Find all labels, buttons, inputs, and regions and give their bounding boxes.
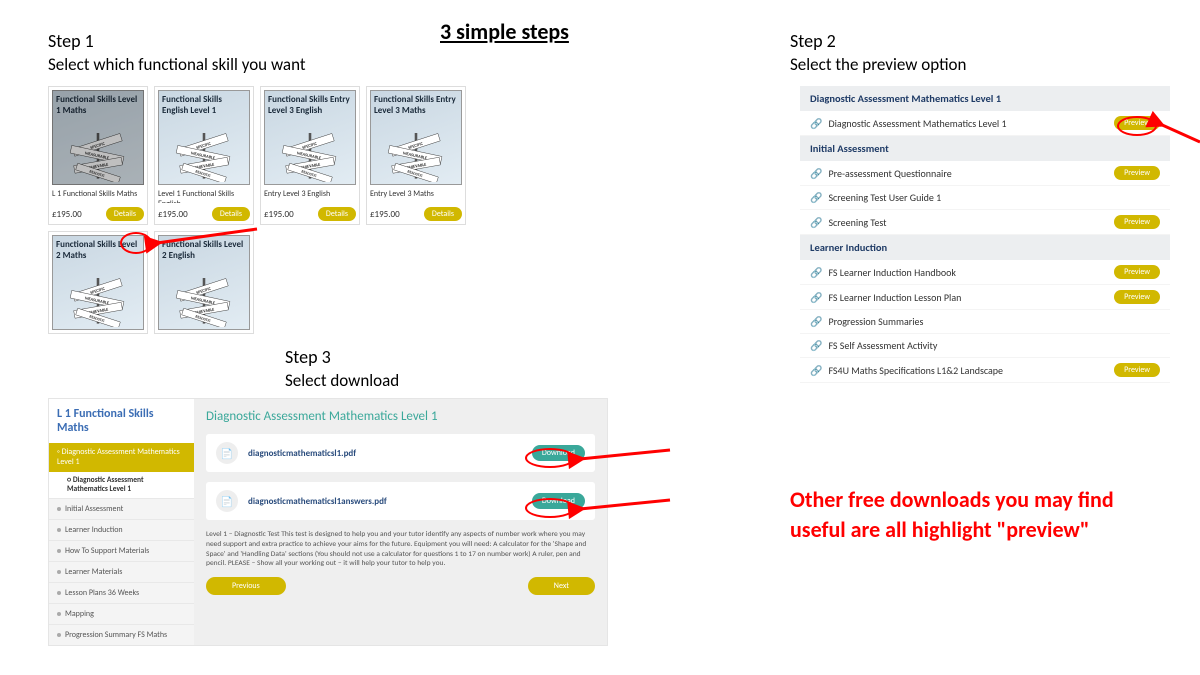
file-icon: 📄 (216, 442, 238, 464)
details-button[interactable]: Details (212, 207, 250, 221)
card-name: L 1 Functional Skills Maths (52, 189, 144, 203)
section-header: Diagnostic Assessment Mathematics Level … (800, 86, 1170, 111)
preview-panel: Diagnostic Assessment Mathematics Level … (800, 86, 1170, 383)
description-text: Level 1 – Diagnostic Test This test is d… (206, 530, 595, 569)
card-price: £195.00 (52, 209, 82, 220)
sidebar-item[interactable]: Initial Assessment (49, 498, 194, 519)
step3-label: Step 3 (285, 346, 331, 368)
page-title: 3 simple steps (440, 18, 569, 45)
row-label: FS4U Maths Specifications L1&2 Landscape (828, 364, 1003, 377)
card-name: Entry Level 3 English (264, 189, 356, 203)
preview-button[interactable]: Preview (1114, 290, 1160, 304)
file-icon: 📄 (216, 490, 238, 512)
sidebar-item[interactable]: Lesson Plans 36 Weeks (49, 582, 194, 603)
link-icon: 🔗 (810, 191, 822, 204)
row-label: Progression Summaries (828, 315, 923, 328)
row-label: FS Learner Induction Lesson Plan (828, 291, 961, 304)
details-button[interactable]: Details (106, 207, 144, 221)
details-button[interactable]: Details (424, 207, 462, 221)
link-icon: 🔗 (810, 291, 822, 304)
sidebar-item[interactable]: Learner Materials (49, 561, 194, 582)
step2-label: Step 2 (790, 30, 836, 52)
product-card[interactable]: Functional Skills English Level 1 SPECIF… (154, 86, 254, 225)
file-name: diagnosticmathematicsl1answers.pdf (248, 496, 387, 507)
sidebar-active-item[interactable]: ◦ Diagnostic Assessment Mathematics Leve… (49, 443, 194, 472)
list-row[interactable]: 🔗 Screening Test Preview (800, 210, 1170, 235)
link-icon: 🔗 (810, 315, 822, 328)
product-grid: Functional Skills Level 1 Maths SPECIFIC… (48, 86, 466, 334)
card-name: Entry Level 3 Maths (370, 189, 462, 203)
row-label: FS Learner Induction Handbook (828, 266, 956, 279)
prev-button[interactable]: Previous (206, 577, 286, 595)
card-image: Functional Skills Level 1 Maths SPECIFIC… (52, 90, 144, 185)
product-card[interactable]: Functional Skills Level 1 Maths SPECIFIC… (48, 86, 148, 225)
note-text: Other free downloads you may find useful… (790, 485, 1150, 544)
annotation-arrow (575, 445, 675, 475)
link-icon: 🔗 (810, 266, 822, 279)
sidebar-item[interactable]: Learner Induction (49, 519, 194, 540)
list-row[interactable]: 🔗 FS Learner Induction Lesson Plan Preview (800, 285, 1170, 310)
step2-sub: Select the preview option (790, 54, 966, 75)
sidebar-item[interactable]: How To Support Materials (49, 540, 194, 561)
next-button[interactable]: Next (528, 577, 595, 595)
annotation-arrow (575, 495, 675, 525)
link-icon: 🔗 (810, 216, 822, 229)
product-card[interactable]: Functional Skills Entry Level 3 English … (260, 86, 360, 225)
annotation-arrow (152, 225, 262, 260)
preview-button[interactable]: Preview (1114, 215, 1160, 229)
link-icon: 🔗 (810, 364, 822, 377)
row-label: Screening Test (828, 216, 886, 229)
list-row[interactable]: 🔗 Diagnostic Assessment Mathematics Level… (800, 111, 1170, 136)
section-header: Learner Induction (800, 235, 1170, 260)
card-price: £195.00 (370, 209, 400, 220)
list-row[interactable]: 🔗 FS Self Assessment Activity (800, 334, 1170, 358)
card-image: Functional Skills Level 2 Maths SPECIFIC… (52, 235, 144, 330)
sidebar-item[interactable]: Progression Summary FS Maths (49, 624, 194, 645)
details-button[interactable]: Details (318, 207, 356, 221)
file-row: 📄diagnosticmathematicsl1.pdfDownload (206, 434, 595, 472)
list-row[interactable]: 🔗 Progression Summaries (800, 310, 1170, 334)
card-image: Functional Skills Entry Level 3 Maths SP… (370, 90, 462, 185)
card-name: Level 1 Functional Skills English (158, 189, 250, 203)
link-icon: 🔗 (810, 339, 822, 352)
step1-sub: Select which functional skill you want (48, 54, 306, 75)
list-row[interactable]: 🔗 FS4U Maths Specifications L1&2 Landscap… (800, 358, 1170, 383)
row-label: Pre-assessment Questionnaire (828, 167, 951, 180)
side-title: L 1 Functional Skills Maths (49, 399, 194, 443)
step3-sub: Select download (285, 370, 399, 391)
product-card[interactable]: Functional Skills Entry Level 3 Maths SP… (366, 86, 466, 225)
row-label: Screening Test User Guide 1 (828, 191, 941, 204)
annotation-arrow (1155, 110, 1200, 155)
list-row[interactable]: 🔗 Screening Test User Guide 1 (800, 186, 1170, 210)
sidebar-item[interactable]: Mapping (49, 603, 194, 624)
preview-button[interactable]: Preview (1114, 265, 1160, 279)
preview-button[interactable]: Preview (1114, 166, 1160, 180)
step1-label: Step 1 (48, 30, 94, 52)
section-header: Initial Assessment (800, 136, 1170, 161)
link-icon: 🔗 (810, 167, 822, 180)
card-image: Functional Skills English Level 1 SPECIF… (158, 90, 250, 185)
card-price: £195.00 (264, 209, 294, 220)
main-title: Diagnostic Assessment Mathematics Level … (206, 409, 595, 424)
preview-button[interactable]: Preview (1114, 116, 1160, 130)
preview-button[interactable]: Preview (1114, 363, 1160, 377)
row-label: Diagnostic Assessment Mathematics Level … (828, 117, 1006, 130)
row-label: FS Self Assessment Activity (828, 339, 937, 352)
sidebar-active-sub[interactable]: ○ Diagnostic Assessment Mathematics Leve… (49, 472, 194, 498)
product-card[interactable]: Functional Skills Level 2 Maths SPECIFIC… (48, 231, 148, 334)
list-row[interactable]: 🔗 FS Learner Induction Handbook Preview (800, 260, 1170, 285)
card-price: £195.00 (158, 209, 188, 220)
file-name: diagnosticmathematicsl1.pdf (248, 448, 356, 459)
download-panel: L 1 Functional Skills Maths ◦ Diagnostic… (48, 398, 608, 646)
card-image: Functional Skills Entry Level 3 English … (264, 90, 356, 185)
file-row: 📄diagnosticmathematicsl1answers.pdfDownl… (206, 482, 595, 520)
list-row[interactable]: 🔗 Pre-assessment Questionnaire Preview (800, 161, 1170, 186)
link-icon: 🔗 (810, 117, 822, 130)
